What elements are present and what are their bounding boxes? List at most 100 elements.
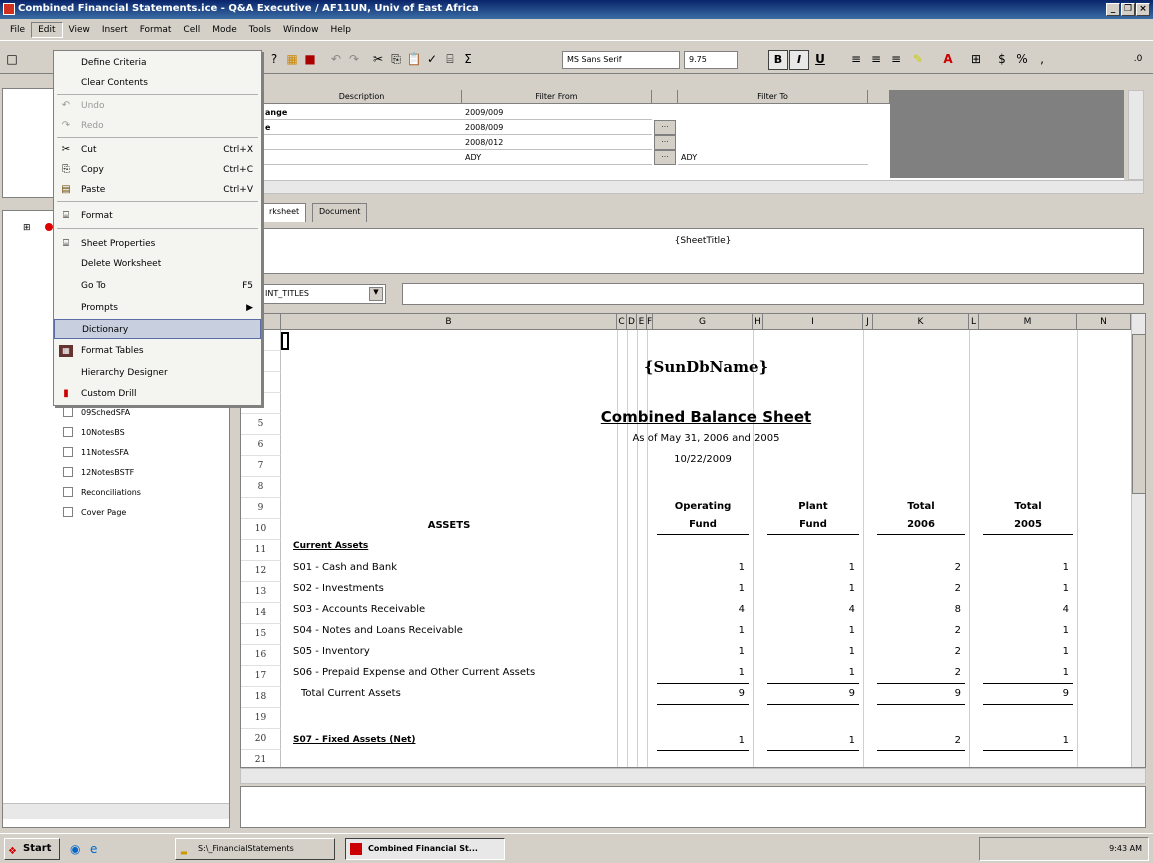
filter-scrollbar[interactable] <box>1128 90 1144 180</box>
row-number[interactable]: 7 <box>241 456 281 477</box>
properties-icon[interactable]: ⌸ <box>442 51 458 67</box>
menu-item-clear-contents[interactable]: Clear Contents <box>54 73 261 93</box>
align-center-icon[interactable]: ≡ <box>868 51 884 67</box>
tree-expand-icon[interactable]: ⊞ <box>23 223 31 233</box>
menu-help[interactable]: Help <box>324 23 357 37</box>
menu-item-hierarchy-designer[interactable]: Hierarchy Designer <box>54 363 261 383</box>
amount-cell[interactable]: 1 <box>989 662 1069 683</box>
menu-item-format[interactable]: ⌸ Format <box>54 206 261 226</box>
amount-cell[interactable]: 4 <box>665 599 745 620</box>
borders-icon[interactable]: ⊞ <box>968 51 984 67</box>
align-left-icon[interactable]: ≡ <box>848 51 864 67</box>
fill-color-icon[interactable]: ✎ <box>910 51 926 67</box>
row-number[interactable]: 21 <box>241 750 281 767</box>
amount-cell[interactable]: 1 <box>989 641 1069 662</box>
menu-item-cut[interactable]: ✂ Cut Ctrl+X <box>54 140 261 160</box>
menu-cell[interactable]: Cell <box>177 23 206 37</box>
new-icon[interactable]: □ <box>4 51 20 67</box>
menu-file[interactable]: File <box>4 23 31 37</box>
menu-item-paste[interactable]: ▤ Paste Ctrl+V <box>54 180 261 200</box>
amount-cell[interactable]: 9 <box>989 683 1069 704</box>
amount-cell[interactable]: 9 <box>775 683 855 704</box>
spreadsheet-grid[interactable]: B C D E F G H I J K L M N 5 6 7 8 9 10 11 12 13 1… <box>240 313 1146 768</box>
column-header[interactable]: I <box>763 314 863 330</box>
drill-icon[interactable]: ✓ <box>424 51 440 67</box>
tab-worksheet[interactable]: rksheet <box>262 203 307 222</box>
filter-browse-button[interactable]: … <box>654 120 676 135</box>
column-header[interactable]: G <box>653 314 753 330</box>
amount-cell[interactable]: 1 <box>665 641 745 662</box>
column-header[interactable]: D <box>627 314 637 330</box>
browser-icon[interactable]: e <box>90 842 104 856</box>
tree-item[interactable]: Cover Page <box>63 503 126 521</box>
font-name-box[interactable]: MS Sans Serif <box>562 51 680 69</box>
amount-cell[interactable]: 1 <box>775 662 855 683</box>
amount-cell[interactable]: 1 <box>665 620 745 641</box>
taskbar-item-folder[interactable]: ▬ S:\_FinancialStatements <box>175 838 335 860</box>
menu-item-prompts[interactable]: Prompts ▶ <box>54 298 261 318</box>
amount-cell[interactable]: 2 <box>881 620 961 641</box>
decimal-icon[interactable]: .0 <box>1130 51 1146 67</box>
row-number[interactable]: 17 <box>241 666 281 687</box>
column-header[interactable]: N <box>1077 314 1131 330</box>
menu-edit[interactable]: Edit <box>31 22 63 38</box>
name-box[interactable]: INT_TITLES ▼ <box>262 284 386 304</box>
row-number[interactable]: 11 <box>241 540 281 561</box>
menu-format[interactable]: Format <box>134 23 178 37</box>
tree-h-scrollbar[interactable] <box>3 803 229 819</box>
amount-cell[interactable]: 1 <box>775 641 855 662</box>
row-number[interactable]: 13 <box>241 582 281 603</box>
open-icon[interactable]: ▦ <box>284 51 300 67</box>
amount-cell[interactable]: 1 <box>989 557 1069 578</box>
amount-cell[interactable]: 1 <box>775 578 855 599</box>
currency-icon[interactable]: $ <box>994 51 1010 67</box>
amount-cell[interactable]: 1 <box>775 620 855 641</box>
column-header[interactable]: L <box>969 314 979 330</box>
filter-row-from[interactable]: 2008/009 <box>462 120 652 135</box>
row-number[interactable]: 14 <box>241 603 281 624</box>
row-number[interactable]: 12 <box>241 561 281 582</box>
amount-cell[interactable]: 1 <box>989 578 1069 599</box>
comma-icon[interactable]: , <box>1034 51 1050 67</box>
amount-cell[interactable]: 1 <box>775 557 855 578</box>
column-header[interactable]: J <box>863 314 873 330</box>
stop-icon[interactable]: ■ <box>302 51 318 67</box>
menu-mode[interactable]: Mode <box>206 23 243 37</box>
filter-h-scrollbar[interactable] <box>262 180 1144 194</box>
sum-icon[interactable]: Σ <box>460 51 476 67</box>
menu-item-go-to[interactable]: Go To F5 <box>54 276 261 296</box>
row-number[interactable]: 8 <box>241 477 281 498</box>
filter-row-from[interactable]: 2008/012 <box>462 135 652 150</box>
grid-h-scrollbar[interactable] <box>240 768 1146 784</box>
menu-item-undo[interactable]: ↶ Undo <box>54 96 261 116</box>
amount-cell[interactable]: 1 <box>665 557 745 578</box>
tree-item[interactable]: 12NotesBSTF <box>63 463 134 481</box>
row-number[interactable]: 18 <box>241 687 281 708</box>
redo-icon[interactable]: ↷ <box>346 51 362 67</box>
minimize-icon[interactable]: _ <box>1106 3 1120 16</box>
menu-insert[interactable]: Insert <box>96 23 134 37</box>
menu-item-define-criteria[interactable]: Define Criteria <box>54 53 261 73</box>
row-number[interactable]: 16 <box>241 645 281 666</box>
bold-button[interactable]: B <box>768 50 788 70</box>
column-header[interactable]: H <box>753 314 763 330</box>
paste-icon[interactable]: 📋 <box>406 51 422 67</box>
tab-document[interactable]: Document <box>312 203 368 222</box>
menu-item-copy[interactable]: ⎘ Copy Ctrl+C <box>54 160 261 180</box>
italic-button[interactable]: I <box>789 50 809 70</box>
help-icon[interactable]: ? <box>266 51 282 67</box>
menu-item-redo[interactable]: ↷ Redo <box>54 116 261 136</box>
amount-cell[interactable]: 8 <box>881 599 961 620</box>
menu-tools[interactable]: Tools <box>243 23 277 37</box>
grid-v-scroll-thumb[interactable] <box>1132 334 1145 494</box>
chevron-down-icon[interactable]: ▼ <box>369 287 383 301</box>
cut-icon[interactable]: ✂ <box>370 51 386 67</box>
undo-icon[interactable]: ↶ <box>328 51 344 67</box>
row-number[interactable]: 10 <box>241 519 281 540</box>
menu-item-format-tables[interactable]: ▦ Format Tables <box>54 341 261 361</box>
menu-item-delete-worksheet[interactable]: Delete Worksheet <box>54 254 261 274</box>
row-number[interactable]: 6 <box>241 435 281 456</box>
font-color-icon[interactable]: A <box>940 51 956 67</box>
font-size-box[interactable]: 9.75 <box>684 51 738 69</box>
column-header[interactable]: E <box>637 314 647 330</box>
